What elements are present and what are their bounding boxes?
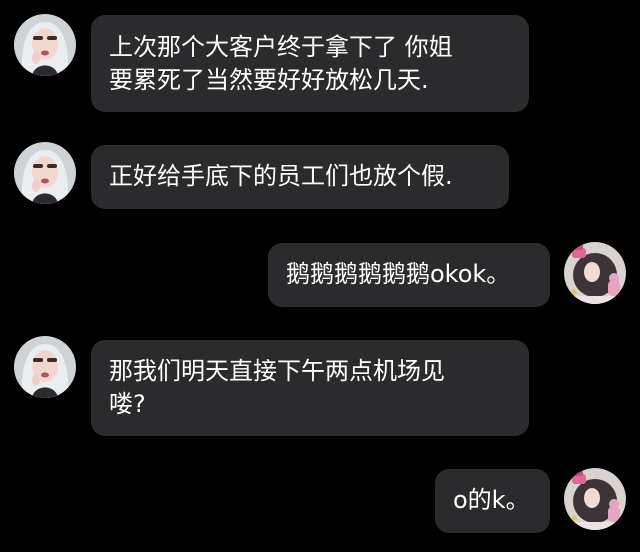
contact-avatar[interactable] — [14, 14, 76, 76]
self-avatar[interactable] — [564, 468, 626, 530]
self-avatar[interactable] — [564, 242, 626, 304]
contact-avatar-image — [14, 142, 76, 204]
message-bubble: 鹅鹅鹅鹅鹅鹅okok。 — [268, 243, 550, 307]
self-avatar-image — [564, 468, 626, 530]
self-avatar-image — [564, 242, 626, 304]
chat-thread: 上次那个大客户终于拿下了 你姐 要累死了当然要好好放松几天. 正好给手底下的员工… — [0, 0, 640, 552]
message-bubble: 正好给手底下的员工们也放个假. — [91, 145, 509, 209]
contact-avatar[interactable] — [14, 336, 76, 398]
message-bubble: o的k。 — [435, 469, 550, 533]
contact-avatar-image — [14, 14, 76, 76]
contact-avatar[interactable] — [14, 142, 76, 204]
message-bubble: 上次那个大客户终于拿下了 你姐 要累死了当然要好好放松几天. — [91, 15, 529, 112]
message-bubble: 那我们明天直接下午两点机场见 喽? — [91, 340, 529, 436]
contact-avatar-image — [14, 336, 76, 398]
